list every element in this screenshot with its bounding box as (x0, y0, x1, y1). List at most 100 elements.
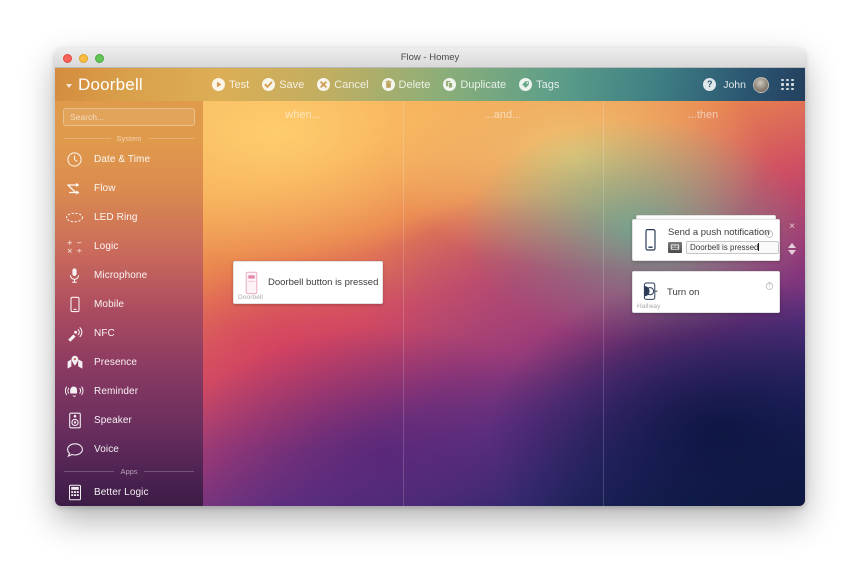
flow-card-text: Turn on (667, 286, 700, 298)
sidebar-item-label: LED Ring (94, 212, 138, 223)
push-message-input[interactable]: Doorbell is pressed (686, 240, 779, 254)
flow-card-device-label: Hallway (637, 303, 661, 310)
help-icon[interactable]: ? (703, 78, 717, 91)
tag-token-icon[interactable] (668, 241, 682, 253)
mobile-phone-icon (633, 228, 667, 252)
flow-card-push-notification[interactable]: Send a push notification Doorbell is pre… (632, 219, 780, 261)
grid-icon[interactable] (780, 78, 795, 91)
user-name-label: John (723, 78, 746, 91)
column-header-when: when... (285, 109, 321, 121)
app-window: Flow - Homey Doorbell Test Save Cancel D… (55, 48, 805, 506)
arrow-down-icon[interactable] (788, 250, 796, 255)
doorbell-device-icon (234, 271, 268, 295)
sidebar: Search... System Date & Time Flow LED Ri… (55, 101, 203, 506)
sidebar-item-label: Presence (94, 357, 138, 368)
x-icon (317, 78, 331, 91)
sidebar-section-label: Apps (120, 466, 138, 476)
window-body: Search... System Date & Time Flow LED Ri… (55, 101, 805, 506)
push-card-body: Send a push notification Doorbell is pre… (667, 227, 779, 254)
arrow-up-icon[interactable] (788, 243, 796, 248)
sidebar-item-label: NFC (94, 328, 115, 339)
sidebar-item-better-logic[interactable]: Better Logic (55, 478, 203, 506)
tags-button[interactable]: Tags (519, 78, 559, 91)
toolbar-right-group: ? John (703, 68, 795, 101)
remove-card-button[interactable]: × (789, 222, 795, 232)
delete-button[interactable]: Delete (381, 78, 431, 91)
sidebar-section-system: System (64, 131, 194, 145)
flow-card-turn-on[interactable]: Turn on Hallway (632, 271, 780, 313)
sidebar-list: System Date & Time Flow LED Ring + − × ÷… (55, 131, 203, 506)
flow-canvas[interactable]: when... ...and... ...then Doorbell butto… (203, 101, 805, 506)
sidebar-item-speaker[interactable]: Speaker (55, 406, 203, 435)
speaker-icon (65, 411, 84, 430)
flow-name-label: Doorbell (78, 74, 143, 94)
reorder-card-controls (788, 243, 796, 255)
chevron-down-icon (66, 83, 72, 88)
sidebar-item-reminder[interactable]: Reminder (55, 377, 203, 406)
search-input[interactable]: Search... (63, 108, 195, 126)
save-button[interactable]: Save (262, 78, 304, 91)
sidebar-item-presence[interactable]: Presence (55, 348, 203, 377)
sidebar-item-label: Better Logic (94, 487, 149, 498)
copy-icon (443, 78, 457, 91)
sidebar-item-label: Mobile (94, 299, 125, 310)
column-header-then: ...then (687, 109, 719, 121)
sidebar-item-label: Speaker (94, 415, 132, 426)
stopwatch-icon[interactable] (765, 225, 774, 238)
text-caret (758, 242, 760, 251)
tag-icon (519, 78, 533, 91)
delete-button-label: Delete (398, 78, 431, 91)
push-card-title: Send a push notification (668, 226, 770, 238)
column-header-and: ...and... (484, 109, 522, 121)
sidebar-item-mobile[interactable]: Mobile (55, 290, 203, 319)
column-separator (403, 101, 404, 506)
wall-socket-icon (633, 280, 667, 304)
cancel-button-label: Cancel (334, 78, 369, 91)
flow-title-dropdown[interactable]: Doorbell (66, 75, 206, 95)
duplicate-button-label: Duplicate (460, 78, 507, 91)
sidebar-item-label: Date & Time (94, 154, 151, 165)
trash-icon (381, 78, 395, 91)
sidebar-item-logic[interactable]: + − × ÷ Logic (55, 232, 203, 261)
app-toolbar: Doorbell Test Save Cancel Delete Duplica… (55, 68, 805, 101)
sidebar-item-date-time[interactable]: Date & Time (55, 145, 203, 174)
stopwatch-icon[interactable] (765, 277, 774, 290)
play-icon (212, 78, 225, 91)
save-button-label: Save (279, 78, 305, 91)
sidebar-item-label: Reminder (94, 386, 139, 397)
sidebar-item-led-ring[interactable]: LED Ring (55, 203, 203, 232)
sidebar-item-voice[interactable]: Voice (55, 435, 203, 464)
window-titlebar: Flow - Homey (55, 48, 805, 68)
push-message-value: Doorbell is pressed (690, 242, 759, 252)
sidebar-section-apps: Apps (64, 464, 194, 478)
test-button-label: Test (229, 78, 250, 91)
tags-button-label: Tags (536, 78, 560, 91)
sidebar-item-label: Microphone (94, 270, 148, 281)
check-icon (262, 78, 276, 91)
flow-card-text: Doorbell button is pressed (268, 277, 379, 288)
test-button[interactable]: Test (212, 78, 249, 91)
sidebar-item-nfc[interactable]: NFC (55, 319, 203, 348)
push-card-input-row: Doorbell is pressed (668, 240, 779, 254)
column-separator (603, 101, 604, 506)
window-title: Flow - Homey (400, 52, 460, 63)
sidebar-item-microphone[interactable]: Microphone (55, 261, 203, 290)
flow-arrows-icon (65, 179, 84, 198)
avatar[interactable] (753, 76, 769, 93)
sidebar-item-label: Flow (94, 183, 116, 194)
sidebar-item-flow[interactable]: Flow (55, 174, 203, 203)
toolbar-actions: Test Save Cancel Delete Duplicate Tags (212, 78, 559, 91)
nfc-icon (65, 324, 84, 343)
flow-card-trigger[interactable]: Doorbell button is pressed Doorbell (233, 261, 383, 304)
flow-card-device-label: Doorbell (238, 294, 264, 301)
sidebar-item-label: Voice (94, 444, 119, 455)
sidebar-item-label: Logic (94, 241, 119, 252)
bell-ringing-icon (65, 382, 84, 401)
cancel-button[interactable]: Cancel (317, 78, 369, 91)
microphone-icon (65, 266, 84, 285)
map-pin-icon (65, 353, 84, 372)
mobile-phone-icon (65, 295, 84, 314)
calculator-icon (65, 483, 84, 502)
duplicate-button[interactable]: Duplicate (443, 78, 506, 91)
card-controls: × (786, 222, 798, 255)
